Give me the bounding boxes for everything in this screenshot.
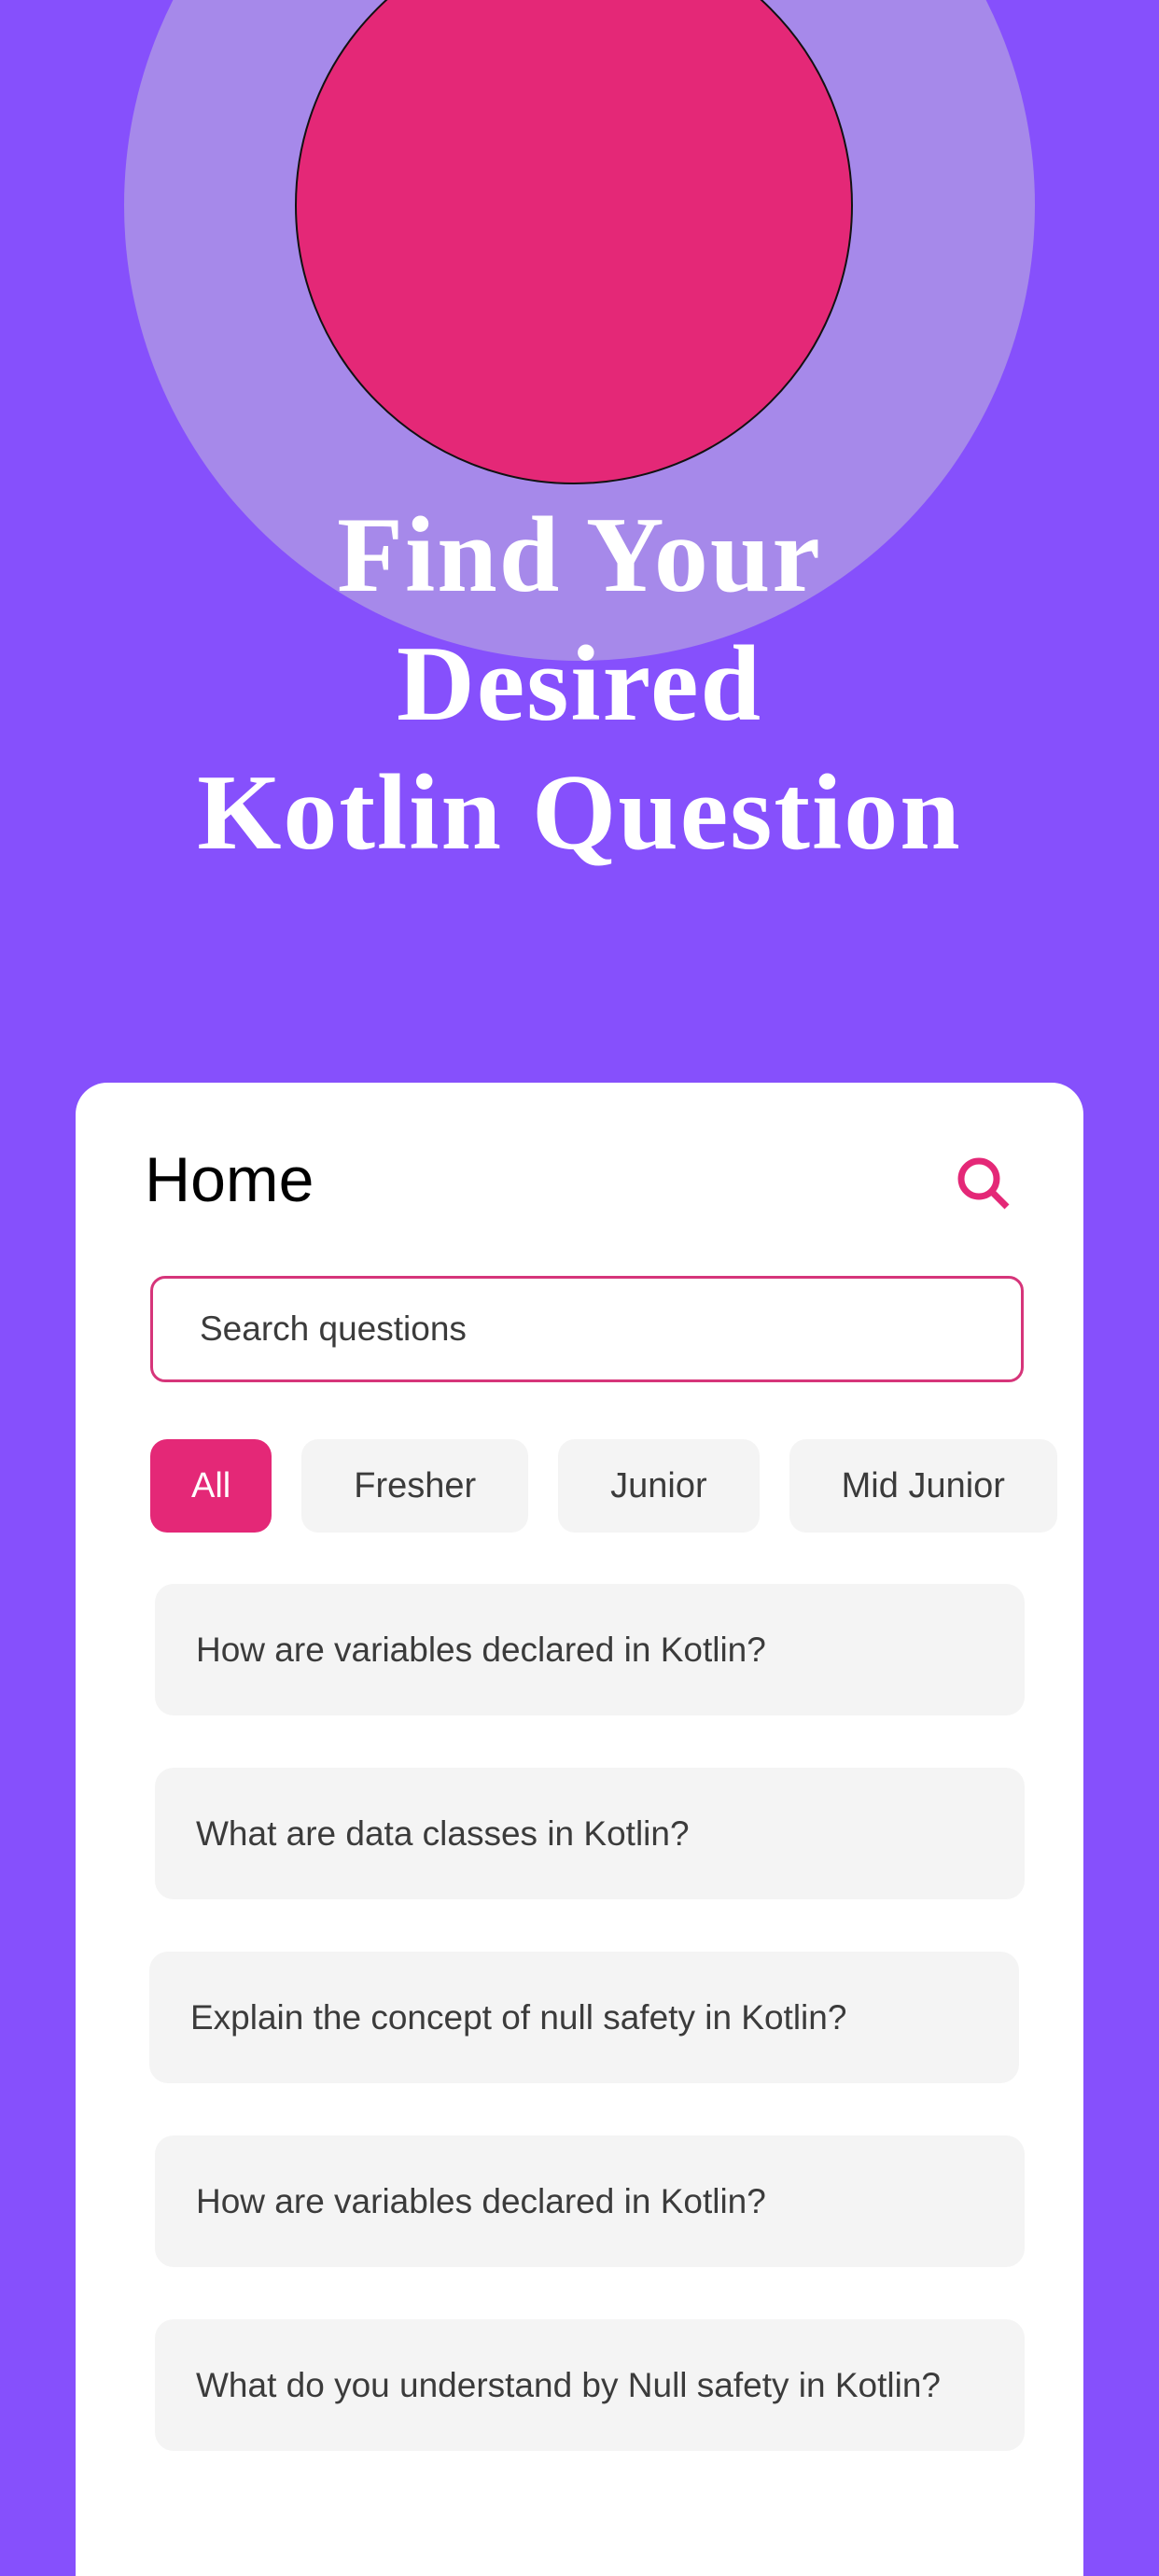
- hero-title-line: Find Your: [337, 496, 822, 615]
- filter-chip-junior[interactable]: Junior: [558, 1439, 760, 1533]
- question-item[interactable]: How are variables declared in Kotlin?: [155, 2135, 1025, 2267]
- page-title: Home: [145, 1144, 314, 1215]
- hero-title-line: Kotlin Question: [197, 753, 962, 873]
- question-item[interactable]: What are data classes in Kotlin?: [155, 1768, 1025, 1899]
- search-input[interactable]: [150, 1276, 1024, 1382]
- filter-chip-fresher[interactable]: Fresher: [301, 1439, 529, 1533]
- filter-chip-all[interactable]: All: [150, 1439, 272, 1533]
- hero-title: Find Your Desired Kotlin Question: [0, 491, 1159, 877]
- question-item[interactable]: How are variables declared in Kotlin?: [155, 1584, 1025, 1715]
- filter-chip-row: All Fresher Junior Mid Junior: [150, 1439, 1083, 1533]
- filter-chip-mid-junior[interactable]: Mid Junior: [789, 1439, 1057, 1533]
- search-icon: [957, 1157, 1010, 1210]
- question-item[interactable]: What do you understand by Null safety in…: [155, 2319, 1025, 2451]
- search-button[interactable]: [948, 1148, 1023, 1223]
- hero-title-line: Desired: [396, 624, 763, 744]
- question-item[interactable]: Explain the concept of null safety in Ko…: [149, 1952, 1019, 2083]
